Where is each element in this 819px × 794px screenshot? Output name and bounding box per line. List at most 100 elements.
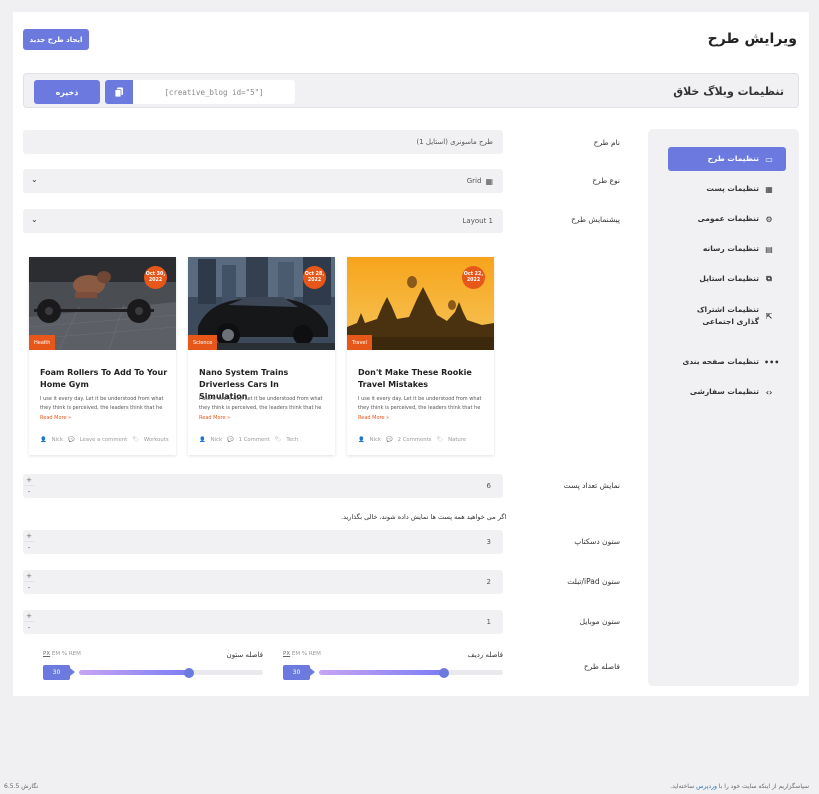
settings-sidebar: تنظیمات طرح ▭ تنظیمات پست ▦ تنظیمات عموم… [648,129,799,686]
unit-percent[interactable]: % [302,651,307,657]
post-tag[interactable]: Tech [286,437,298,443]
post-title[interactable]: Foam Rollers To Add To Your Home Gym [40,367,168,391]
post-excerpt: I use it every day. Let it be understood… [358,396,482,421]
preview-card[interactable]: Oct 22, 2022 Travel Don't Make These Rook… [347,257,494,455]
unit-em[interactable]: EM [292,651,300,657]
sidebar-item-media-settings[interactable]: تنظیمات رسانه ▤ [668,237,786,261]
unit-px[interactable]: PX [43,651,50,657]
sidebar-item-layout-settings[interactable]: تنظیمات طرح ▭ [668,147,786,171]
comment-icon: 💬 [68,437,75,443]
tag-icon: 🏷 [132,437,139,443]
unit-em[interactable]: EM [52,651,60,657]
chevron-down-icon: ⌄ [31,175,38,184]
wordpress-link[interactable]: وردپرس [696,783,717,790]
row-gap-slider[interactable] [319,667,503,678]
author-icon: 👤 [358,437,365,443]
slider-fill [79,670,190,675]
post-author[interactable]: Nick [211,437,222,443]
column-gap-slider[interactable] [79,667,263,678]
post-tag[interactable]: Workouts [144,437,169,443]
layout-name-value: طرح ماسونری (استایل 1) [416,138,493,146]
increment-button[interactable]: + [23,474,35,486]
preview-card[interactable]: Oct 30, 2022 Health Foam Rollers To Add T… [29,257,176,455]
mobile-columns-value: 1 [486,618,491,626]
decrement-button[interactable]: - [23,582,35,594]
layout-icon: ▭ [765,154,773,164]
sidebar-item-social-share-settings[interactable]: تنظیمات اشتراک گذاری اجتماعی ⇱ [668,301,786,331]
comment-icon: 💬 [386,437,393,443]
unit-px[interactable]: PX [283,651,290,657]
increment-button[interactable]: + [23,610,35,622]
layout-preview-label: پیشنمایش طرح [571,215,620,224]
number-stepper[interactable]: + - [23,610,35,634]
author-icon: 👤 [199,437,206,443]
decrement-button[interactable]: - [23,542,35,554]
post-author[interactable]: Nick [52,437,63,443]
layout-preview-select[interactable]: ⌄ Layout 1 [23,209,503,233]
desktop-columns-input[interactable]: + - 3 [23,530,503,554]
post-excerpt: I use it every day. Let it be understood… [199,396,323,421]
mobile-columns-label: ستون موبایل [579,617,620,626]
gear-icon: ⚙ [765,214,773,224]
layout-name-input[interactable]: طرح ماسونری (استایل 1) [23,130,503,154]
sidebar-item-label: تنظیمات استایل [699,274,759,283]
number-stepper[interactable]: + - [23,570,35,594]
sidebar-item-label: تنظیمات رسانه [702,244,759,253]
sidebar-item-pagination-settings[interactable]: تنظیمات صفحه بندی ••• [668,350,786,374]
slider-handle[interactable] [184,667,195,678]
slider-handle[interactable] [439,667,450,678]
decrement-button[interactable]: - [23,486,35,498]
unit-rem[interactable]: REM [69,651,81,657]
post-comments[interactable]: 1 Comment [239,437,270,443]
sidebar-item-label: تنظیمات اشتراک گذاری اجتماعی [696,305,759,326]
number-stepper[interactable]: + - [23,530,35,554]
unit-percent[interactable]: % [62,651,67,657]
preview-card[interactable]: Oct 28, 2022 Science Nano System Trains D… [188,257,335,455]
new-layout-button[interactable]: ایجاد طرح جدید [23,29,89,50]
increment-button[interactable]: + [23,570,35,582]
sidebar-item-label: تنظیمات سفارشی [689,387,759,396]
post-comments[interactable]: Leave a comment [80,437,128,443]
decrement-button[interactable]: - [23,622,35,634]
column-gap-label: فاصله ستون [226,651,263,659]
settings-title: تنظیمات وبلاگ خلاق [673,85,784,98]
sidebar-item-general-settings[interactable]: تنظیمات عمومی ⚙ [668,207,786,231]
sidebar-item-label: تنظیمات پست [706,184,759,193]
tablet-columns-input[interactable]: + - 2 [23,570,503,594]
read-more-link[interactable]: Read More » [40,415,71,421]
number-stepper[interactable]: + - [23,474,35,498]
read-more-link[interactable]: Read More » [199,415,230,421]
footer-thanks: سپاسگزاریم از اینکه سایت خود را با وردپر… [670,783,809,790]
mobile-columns-input[interactable]: + - 1 [23,610,503,634]
post-comments[interactable]: 2 Comments [398,437,432,443]
category-badge[interactable]: Health [29,335,56,350]
sidebar-item-post-settings[interactable]: تنظیمات پست ▦ [668,177,786,201]
shortcode-text[interactable]: [creative_blog id="5"] [133,80,295,104]
column-gap-control: فاصله ستون PX EM % REM 30 [43,651,263,681]
unit-rem[interactable]: REM [309,651,321,657]
save-button[interactable]: ذخیره [34,80,100,104]
grid-icon: ▦ [765,184,773,194]
layout-preview-value: Layout 1 [462,217,493,225]
post-tag[interactable]: Nature [448,437,466,443]
post-title[interactable]: Don't Make These Rookie Travel Mistakes [358,367,486,391]
copy-shortcode-button[interactable] [105,80,133,104]
tablet-columns-label: ستون iPad/تبلت [567,577,620,586]
layout-type-select[interactable]: ⌄ Grid ▦ [23,169,503,193]
row-gap-control: فاصله ردیف PX EM % REM 30 [283,651,503,681]
category-badge[interactable]: Science [188,335,218,350]
tag-icon: 🏷 [274,437,282,443]
row-gap-value[interactable]: 30 [283,665,315,680]
read-more-link[interactable]: Read More » [358,415,389,421]
posts-count-hint: اگر می خواهید همه پست ها نمایش داده شوند… [341,513,507,521]
desktop-columns-label: ستون دسکتاپ [574,537,620,546]
page-title: ویرایش طرح [707,31,797,47]
sidebar-item-custom-settings[interactable]: تنظیمات سفارشی ‹› [668,380,786,404]
post-author[interactable]: Nick [370,437,381,443]
settings-bar: تنظیمات وبلاگ خلاق ذخیره [creative_blog … [23,73,799,108]
sidebar-item-style-settings[interactable]: تنظیمات استایل ⧉ [668,267,786,291]
column-gap-value[interactable]: 30 [43,665,75,680]
posts-count-input[interactable]: + - 6 [23,474,503,498]
increment-button[interactable]: + [23,530,35,542]
category-badge[interactable]: Travel [347,335,372,350]
